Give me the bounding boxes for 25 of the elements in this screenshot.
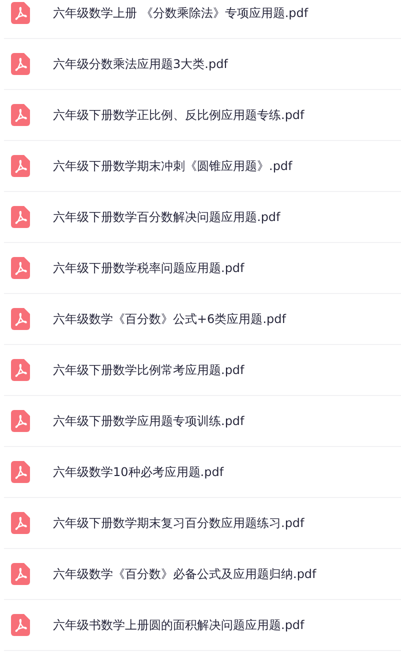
pdf-file-icon: [11, 410, 30, 432]
file-name[interactable]: 六年级下册数学期末冲刺《圆锥应用题》.pdf: [53, 158, 292, 174]
pdf-file-icon: [11, 53, 30, 75]
file-name[interactable]: 六年级数学《百分数》必备公式及应用题归纳.pdf: [53, 566, 316, 582]
pdf-file-icon: [11, 512, 30, 534]
file-name[interactable]: 六年级分数乘法应用题3大类.pdf: [53, 56, 228, 72]
pdf-file-icon: [11, 104, 30, 126]
file-name[interactable]: 六年级数学上册 《分数乘除法》专项应用题.pdf: [53, 4, 308, 22]
file-name[interactable]: 六年级数学《百分数》公式+6类应用题.pdf: [53, 310, 286, 328]
file-name[interactable]: 六年级下册数学期末复习百分数应用题练习.pdf: [53, 514, 304, 532]
file-name[interactable]: 六年级数学10种必考应用题.pdf: [53, 464, 224, 480]
pdf-file-icon: [11, 359, 30, 381]
file-name[interactable]: 六年级下册数学应用题专项训练.pdf: [53, 412, 244, 430]
pdf-file-icon: [11, 614, 30, 636]
file-name[interactable]: 六年级下册数学正比例、反比例应用题专练.pdf: [53, 106, 304, 124]
pdf-file-icon: [11, 308, 30, 330]
pdf-file-icon: [11, 461, 30, 483]
pdf-file-icon: [11, 155, 30, 177]
pdf-file-icon: [11, 257, 30, 279]
file-name[interactable]: 六年级书数学上册圆的面积解决问题应用题.pdf: [53, 616, 304, 634]
file-name[interactable]: 六年级下册数学百分数解决问题应用题.pdf: [53, 208, 280, 226]
pdf-file-icon: [11, 206, 30, 228]
file-name[interactable]: 六年级下册数学税率问题应用题.pdf: [53, 260, 244, 276]
file-name[interactable]: 六年级下册数学比例常考应用题.pdf: [53, 362, 244, 378]
pdf-file-icon: [11, 563, 30, 585]
